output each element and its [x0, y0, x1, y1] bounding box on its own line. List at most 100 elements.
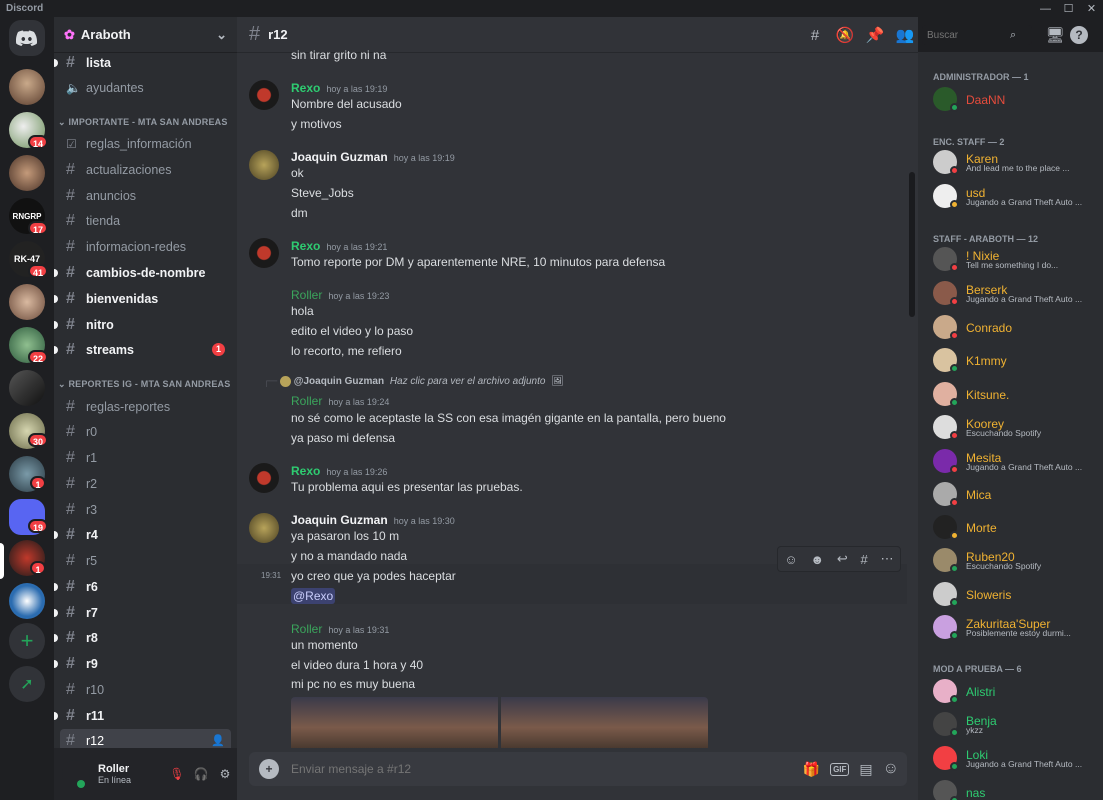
add-server-button[interactable]: + [9, 623, 45, 659]
channel-lista[interactable]: # lista [54, 51, 231, 74]
maximize-icon[interactable]: ☐ [1057, 2, 1080, 15]
member-item[interactable]: Alistri [933, 675, 1098, 707]
member-item[interactable]: nas [933, 776, 1098, 800]
add-reaction-icon[interactable]: ☻ [810, 552, 824, 567]
channel-item[interactable]: # r10 [60, 678, 231, 701]
avatar[interactable] [62, 760, 90, 788]
member-item[interactable]: DaaNN [933, 83, 1098, 115]
member-item[interactable]: Loki Jugando a Grand Theft Auto ... [933, 742, 1098, 774]
member-item[interactable]: Zakuritaa'Super Posiblemente estoy durmi.… [933, 611, 1098, 643]
server-icon[interactable] [9, 370, 45, 406]
member-item[interactable]: Mica [933, 478, 1098, 510]
avatar[interactable] [249, 150, 279, 180]
message-author[interactable]: Rexo hoy a las 19:19 [291, 81, 387, 95]
mute-notifications-icon[interactable]: 🔕 [830, 26, 860, 44]
message-author[interactable]: Joaquin Guzman hoy a las 19:19 [291, 150, 455, 164]
category-header[interactable]: ⌄ REPORTES IG - MTA SAN ANDREAS [58, 379, 230, 390]
member-item[interactable]: Kitsune. [933, 378, 1098, 410]
member-item[interactable]: K1mmy [933, 344, 1098, 376]
server-icon[interactable] [9, 284, 45, 320]
message-author[interactable]: Roller hoy a las 19:31 [291, 622, 389, 636]
channel-item[interactable]: # r9 [54, 652, 231, 675]
member-name: Morte [966, 521, 997, 535]
member-item[interactable]: Mesita Jugando a Grand Theft Auto ... [933, 445, 1098, 477]
close-icon[interactable]: ✕ [1080, 2, 1103, 15]
category-header[interactable]: ⌄ IMPORTANTE - MTA SAN ANDREAS [58, 117, 228, 128]
scrollbar[interactable] [909, 172, 915, 317]
member-item[interactable]: Karen And lead me to the place ... [933, 146, 1098, 178]
member-item[interactable]: Conrado [933, 311, 1098, 343]
headphones-icon[interactable]: 🎧 [189, 767, 213, 781]
super-reaction-icon[interactable]: ☺ [784, 552, 797, 567]
gif-button[interactable]: GIF [830, 762, 850, 776]
minimize-icon[interactable]: — [1034, 3, 1057, 15]
channel-item[interactable]: # r0 [60, 420, 231, 443]
channel-item[interactable]: # reglas-reportes [60, 395, 231, 418]
member-item[interactable]: Ruben20 Escuchando Spotify [933, 544, 1098, 576]
channel-item[interactable]: # r7 [54, 601, 231, 624]
message-author[interactable]: Roller hoy a las 19:24 [291, 394, 389, 408]
member-item[interactable]: Koorey Escuchando Spotify [933, 411, 1098, 443]
member-item[interactable]: Morte [933, 511, 1098, 543]
channel-item[interactable]: # nitro [54, 313, 231, 336]
help-icon[interactable]: ? [1070, 26, 1088, 44]
create-thread-icon[interactable]: # [861, 552, 868, 567]
member-item[interactable]: ! Nixie Tell me something I do... [933, 243, 1098, 275]
server-header[interactable]: ✿ Araboth ⌄ [54, 17, 237, 53]
search-input[interactable] [922, 29, 1010, 41]
member-item[interactable]: Berserk Jugando a Grand Theft Auto ... [933, 277, 1098, 309]
avatar[interactable] [249, 80, 279, 110]
avatar[interactable] [249, 238, 279, 268]
channel-item[interactable]: # r8 [54, 626, 231, 649]
server-icon[interactable] [9, 583, 45, 619]
channel-item[interactable]: # bienvenidas [54, 287, 231, 310]
channel-item[interactable]: # cambios-de-nombre [54, 261, 231, 284]
mention[interactable]: @Rexo [291, 588, 336, 604]
server-icon[interactable] [9, 69, 45, 105]
add-attachment-icon[interactable]: + [259, 759, 279, 779]
channel-ayudantes[interactable]: 🔈 ayudantes [60, 76, 231, 99]
search-box[interactable]: ⌕ [922, 25, 1032, 45]
channel-item[interactable]: # r1 [60, 446, 231, 469]
invite-icon[interactable]: 👤 [211, 734, 225, 747]
channel-item[interactable]: # r2 [60, 472, 231, 495]
channel-item[interactable]: # r5 [60, 549, 231, 572]
channel-item[interactable]: # r11 [54, 704, 231, 727]
settings-gear-icon[interactable]: ⚙ [213, 767, 237, 781]
server-icon[interactable] [9, 155, 45, 191]
channel-item[interactable]: ☑ reglas_información [60, 132, 231, 155]
channel-item[interactable]: # r4 [54, 523, 231, 546]
message-author[interactable]: Roller hoy a las 19:23 [291, 288, 389, 302]
more-icon[interactable]: ⋯ [881, 551, 894, 567]
channel-item[interactable]: # r6 [54, 575, 231, 598]
image-attachment[interactable] [291, 697, 498, 748]
channel-item[interactable]: # tienda [60, 209, 231, 232]
home-button[interactable] [9, 20, 45, 56]
avatar[interactable] [249, 513, 279, 543]
emoji-icon[interactable]: ☺ [883, 760, 899, 778]
avatar[interactable] [249, 463, 279, 493]
mute-mic-icon[interactable]: 🎙 [165, 767, 189, 781]
inbox-icon[interactable]: 🖥 [1040, 26, 1070, 44]
message-author[interactable]: Rexo hoy a las 19:26 [291, 464, 387, 478]
member-item[interactable]: Benja ykzz [933, 708, 1098, 740]
channel-item[interactable]: # r3 [60, 498, 231, 521]
sticker-icon[interactable]: ▤ [859, 761, 872, 778]
image-attachment[interactable] [501, 697, 708, 748]
explore-button[interactable]: ➚ [9, 666, 45, 702]
message-author[interactable]: Rexo hoy a las 19:21 [291, 239, 387, 253]
message-author[interactable]: Joaquin Guzman hoy a las 19:30 [291, 513, 455, 527]
channel-item[interactable]: # informacion-redes [60, 235, 231, 258]
reply-icon[interactable]: ↩ [837, 551, 848, 567]
channel-item[interactable]: # streams 1 [54, 338, 231, 361]
message-input[interactable] [291, 762, 803, 776]
threads-icon[interactable]: # [800, 27, 830, 44]
channel-item[interactable]: # actualizaciones [60, 158, 231, 181]
member-list-icon[interactable]: 👥 [890, 26, 920, 44]
channel-item[interactable]: # anuncios [60, 184, 231, 207]
member-item[interactable]: usd Jugando a Grand Theft Auto ... [933, 180, 1098, 212]
gift-icon[interactable]: 🎁 [803, 761, 820, 778]
member-item[interactable]: Sloweris [933, 578, 1098, 610]
reply-preview[interactable]: ┌─ @Joaquin Guzman Haz clic para ver el … [263, 376, 564, 387]
pinned-messages-icon[interactable]: 📌 [860, 26, 890, 44]
